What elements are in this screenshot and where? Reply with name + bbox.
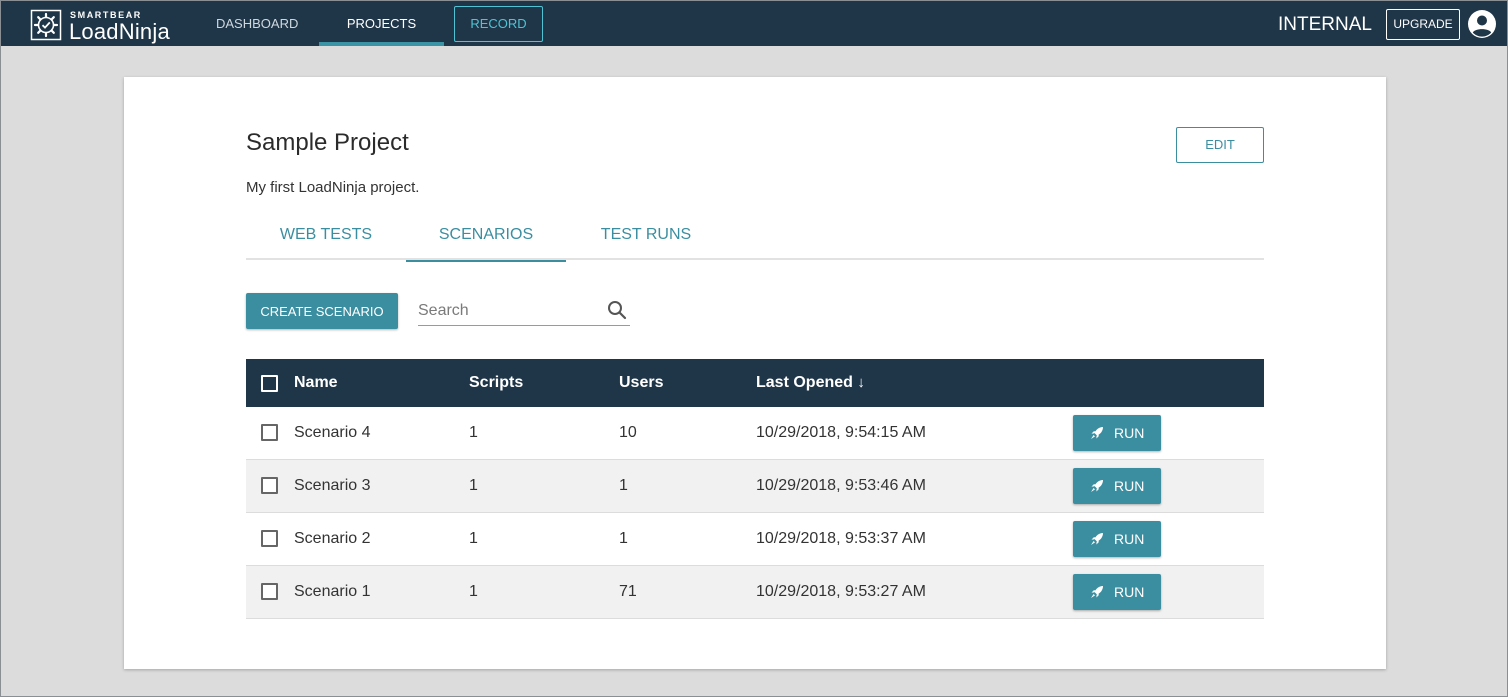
- run-button-label: RUN: [1114, 425, 1145, 441]
- record-button[interactable]: RECORD: [454, 6, 543, 42]
- scenario-name[interactable]: Scenario 4: [294, 407, 371, 459]
- loadninja-logo[interactable]: SMARTBEAR LoadNinja: [30, 8, 180, 44]
- scenario-scripts: 1: [469, 424, 478, 441]
- tab-scenarios[interactable]: SCENARIOS: [406, 217, 566, 262]
- scenarios-table: Name Scripts Users Last Opened ↓ Scenari…: [246, 359, 1264, 619]
- column-header-scripts[interactable]: Scripts: [469, 359, 523, 407]
- select-all-checkbox[interactable]: [261, 375, 278, 392]
- workspace-name[interactable]: INTERNAL: [1278, 1, 1372, 46]
- search-field: [418, 297, 630, 326]
- table-header: Name Scripts Users Last Opened ↓: [246, 359, 1264, 407]
- table-row[interactable]: Scenario 2 1 1 10/29/2018, 9:53:37 AM RU…: [246, 513, 1264, 566]
- scenario-last-opened: 10/29/2018, 9:53:46 AM: [756, 477, 926, 494]
- logo-product-text: LoadNinja: [69, 19, 170, 44]
- table-row[interactable]: Scenario 4 1 10 10/29/2018, 9:54:15 AM R…: [246, 407, 1264, 460]
- scenario-scripts: 1: [469, 477, 478, 494]
- scenario-last-opened: 10/29/2018, 9:54:15 AM: [756, 424, 926, 441]
- gear-check-logo-icon: [30, 9, 62, 41]
- nav-dashboard[interactable]: DASHBOARD: [216, 1, 298, 46]
- search-input[interactable]: [418, 297, 598, 325]
- rocket-icon: [1091, 480, 1103, 492]
- column-header-last-opened[interactable]: Last Opened ↓: [756, 359, 865, 407]
- rocket-icon: [1091, 427, 1103, 439]
- row-checkbox[interactable]: [261, 424, 278, 441]
- scenario-users: 71: [619, 583, 637, 600]
- top-navigation-bar: SMARTBEAR LoadNinja DASHBOARD PROJECTS R…: [1, 1, 1507, 46]
- scenario-scripts: 1: [469, 583, 478, 600]
- run-button-label: RUN: [1114, 531, 1145, 547]
- tab-web-tests[interactable]: WEB TESTS: [246, 217, 406, 260]
- scenario-scripts: 1: [469, 530, 478, 547]
- run-button[interactable]: RUN: [1073, 468, 1161, 504]
- run-button[interactable]: RUN: [1073, 521, 1161, 557]
- upgrade-button[interactable]: UPGRADE: [1386, 9, 1460, 40]
- scenario-name[interactable]: Scenario 2: [294, 513, 371, 565]
- row-checkbox[interactable]: [261, 583, 278, 600]
- table-row[interactable]: Scenario 3 1 1 10/29/2018, 9:53:46 AM RU…: [246, 460, 1264, 513]
- rocket-icon: [1091, 586, 1103, 598]
- column-header-users[interactable]: Users: [619, 359, 663, 407]
- create-scenario-button[interactable]: CREATE SCENARIO: [246, 293, 398, 329]
- scenario-name[interactable]: Scenario 1: [294, 566, 371, 618]
- tab-test-runs[interactable]: TEST RUNS: [566, 217, 726, 260]
- scenario-last-opened: 10/29/2018, 9:53:37 AM: [756, 530, 926, 547]
- search-icon[interactable]: [607, 300, 627, 320]
- rocket-icon: [1091, 533, 1103, 545]
- table-row[interactable]: Scenario 1 1 71 10/29/2018, 9:53:27 AM R…: [246, 566, 1264, 619]
- user-circle-icon[interactable]: [1467, 9, 1497, 39]
- scenario-users: 1: [619, 477, 628, 494]
- scenario-users: 10: [619, 424, 637, 441]
- scenario-name[interactable]: Scenario 3: [294, 460, 371, 512]
- run-button-label: RUN: [1114, 478, 1145, 494]
- run-button-label: RUN: [1114, 584, 1145, 600]
- column-header-last-opened-label: Last Opened: [756, 374, 853, 391]
- project-description: My first LoadNinja project.: [246, 179, 420, 196]
- row-checkbox[interactable]: [261, 477, 278, 494]
- app-window: SMARTBEAR LoadNinja DASHBOARD PROJECTS R…: [0, 0, 1508, 697]
- project-card: Sample Project My first LoadNinja projec…: [124, 77, 1386, 669]
- run-button[interactable]: RUN: [1073, 574, 1161, 610]
- column-header-name[interactable]: Name: [294, 359, 338, 407]
- edit-button[interactable]: EDIT: [1176, 127, 1264, 163]
- scenario-last-opened: 10/29/2018, 9:53:27 AM: [756, 583, 926, 600]
- row-checkbox[interactable]: [261, 530, 278, 547]
- sort-down-arrow-icon: ↓: [857, 374, 865, 391]
- run-button[interactable]: RUN: [1073, 415, 1161, 451]
- project-tabs: WEB TESTS SCENARIOS TEST RUNS: [246, 217, 1264, 262]
- nav-projects[interactable]: PROJECTS: [319, 1, 444, 46]
- scenario-users: 1: [619, 530, 628, 547]
- page-title: Sample Project: [246, 129, 409, 156]
